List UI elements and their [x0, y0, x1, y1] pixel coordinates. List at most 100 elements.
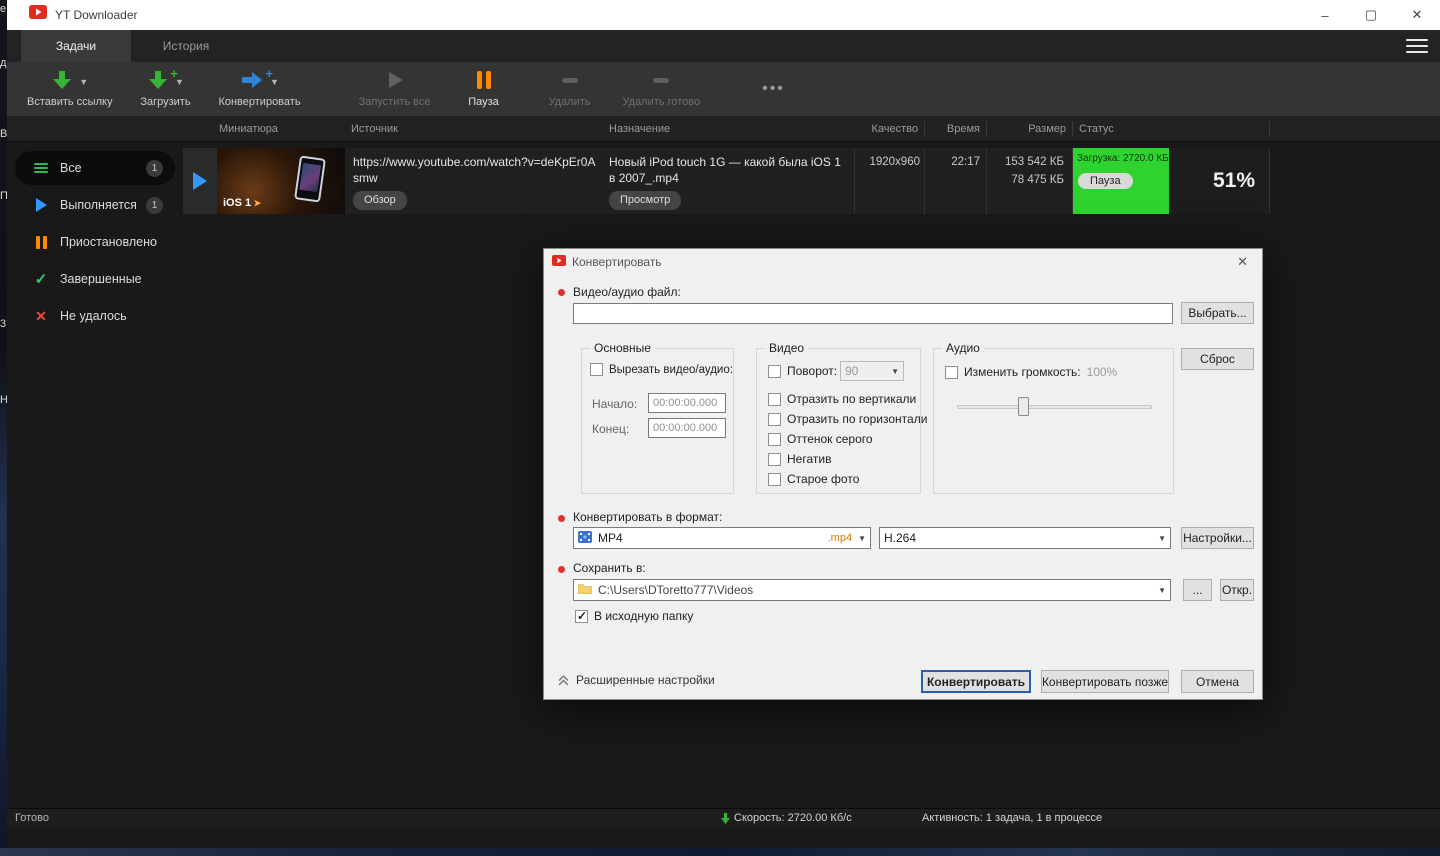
- column-header-quality[interactable]: Качество: [855, 120, 925, 137]
- minimize-button[interactable]: –: [1302, 0, 1348, 30]
- double-chevron-up-icon: [558, 674, 569, 685]
- cut-checkbox-row[interactable]: Вырезать видео/аудио:: [590, 363, 733, 376]
- delete-done-button[interactable]: Удалить готово: [613, 66, 711, 112]
- source-url[interactable]: https://www.youtube.com/watch?v=deKpEr0A…: [353, 154, 597, 186]
- paste-link-button[interactable]: ▼ Вставить ссылку: [17, 66, 122, 112]
- format-select[interactable]: MP4 .mp4 ▼: [573, 527, 871, 549]
- close-button[interactable]: ✕: [1394, 0, 1440, 30]
- down-arrow-icon: [51, 70, 73, 95]
- desktop-edge-bottom: [0, 848, 1440, 856]
- sidebar-label: Выполняется: [60, 198, 137, 212]
- checkbox-icon[interactable]: [768, 364, 781, 378]
- delete-label: Удалить: [548, 96, 591, 108]
- group-basic-title: Основные: [590, 341, 655, 355]
- download-plus-icon: +: [147, 66, 178, 95]
- format-label: Конвертировать в формат:: [573, 510, 723, 524]
- column-header-size[interactable]: Размер: [987, 120, 1073, 137]
- volume-slider[interactable]: [957, 397, 1152, 416]
- progress-percent: 51%: [1169, 148, 1270, 214]
- old-photo-row[interactable]: Старое фото: [768, 472, 859, 486]
- save-path-select[interactable]: C:\Users\DToretto777\Videos ▼: [573, 579, 1171, 601]
- group-video: Видео Поворот: 90 ▼ Отразить по вертикали…: [756, 341, 927, 494]
- column-header-source[interactable]: Источник: [345, 123, 603, 135]
- count-badge: 1: [146, 196, 163, 214]
- delete-button[interactable]: Удалить: [527, 66, 613, 112]
- checkbox-checked-icon[interactable]: [575, 609, 588, 623]
- codec-select[interactable]: H.264 ▼: [879, 527, 1171, 549]
- minus-icon: [560, 70, 580, 95]
- checkbox-icon[interactable]: [768, 392, 781, 406]
- checkbox-icon[interactable]: [945, 365, 958, 379]
- maximize-button[interactable]: ▢: [1348, 0, 1394, 30]
- start-all-button[interactable]: Запустить все: [349, 66, 441, 112]
- sidebar-item-all[interactable]: Все 1: [15, 151, 175, 185]
- browse-source-button[interactable]: Обзор: [353, 191, 407, 211]
- window-titlebar[interactable]: YT Downloader – ▢ ✕: [7, 0, 1440, 30]
- tab-history[interactable]: История: [131, 30, 241, 62]
- sidebar-item-completed[interactable]: ✓ Завершенные: [15, 262, 175, 296]
- row-pause-button[interactable]: Пауза: [1078, 173, 1133, 189]
- checkbox-icon[interactable]: [768, 472, 781, 486]
- option-label: Оттенок серого: [787, 432, 873, 446]
- option-label: Старое фото: [787, 472, 860, 486]
- option-label: Отразить по горизонтали: [787, 412, 928, 426]
- column-header-status[interactable]: Статус: [1073, 120, 1270, 137]
- status-cell: Загрузка: 2720.0 КБ/с Пауза: [1073, 148, 1169, 214]
- dialog-close-button[interactable]: ✕: [1231, 252, 1254, 272]
- reset-button[interactable]: Сброс: [1181, 348, 1254, 370]
- size-total: 153 542 КБ: [1004, 156, 1064, 168]
- column-header-thumbnail[interactable]: Миниатюра: [183, 123, 345, 135]
- rotate-checkbox-row[interactable]: Поворот:: [768, 364, 837, 378]
- preview-button[interactable]: Просмотр: [609, 191, 682, 211]
- checkbox-icon[interactable]: [768, 412, 781, 426]
- open-folder-button[interactable]: Откр.: [1220, 579, 1254, 601]
- flip-horizontal-row[interactable]: Отразить по горизонтали: [768, 412, 927, 426]
- checkbox-icon[interactable]: [768, 432, 781, 446]
- window-title: YT Downloader: [55, 8, 138, 22]
- same-folder-row[interactable]: В исходную папку: [575, 609, 693, 623]
- chevron-down-icon: ▼: [891, 366, 899, 376]
- down-arrow-icon: [721, 812, 730, 824]
- convert-later-button[interactable]: Конвертировать позже: [1041, 670, 1169, 693]
- sidebar-item-failed[interactable]: ✕ Не удалось: [15, 299, 175, 333]
- advanced-settings-link[interactable]: Расширенные настройки: [558, 673, 715, 687]
- rotate-select[interactable]: 90 ▼: [840, 361, 904, 381]
- sidebar-item-running[interactable]: Выполняется 1: [15, 188, 175, 222]
- convert-button[interactable]: + ▼ Конвертировать: [208, 66, 310, 112]
- more-button[interactable]: •••: [750, 80, 797, 98]
- column-header-time[interactable]: Время: [925, 120, 987, 137]
- column-header-destination[interactable]: Назначение: [603, 123, 855, 135]
- desktop-letter: B: [0, 128, 7, 140]
- negative-row[interactable]: Негатив: [768, 452, 831, 466]
- tab-strip: Задачи История: [7, 30, 1440, 62]
- dialog-titlebar[interactable]: Конвертировать ✕: [544, 249, 1262, 275]
- format-settings-button[interactable]: Настройки...: [1181, 527, 1254, 549]
- checkbox-icon[interactable]: [768, 452, 781, 466]
- checkbox-icon[interactable]: [590, 363, 603, 376]
- status-speed: Скорость: 2720.00 Кб/с: [721, 812, 852, 824]
- required-dot: [558, 515, 565, 522]
- cancel-button[interactable]: Отмена: [1181, 670, 1254, 693]
- flip-vertical-row[interactable]: Отразить по вертикали: [768, 392, 916, 406]
- volume-checkbox-row[interactable]: Изменить громкость: 100%: [945, 365, 1117, 379]
- video-thumbnail[interactable]: iOS 1: [217, 148, 345, 214]
- choose-file-button[interactable]: Выбрать...: [1181, 302, 1254, 324]
- download-button[interactable]: + ▼ Загрузить: [122, 66, 208, 112]
- dialog-convert-button[interactable]: Конвертировать: [921, 670, 1031, 693]
- chevron-down-icon[interactable]: ▼: [79, 77, 88, 87]
- required-dot: [558, 566, 565, 573]
- end-time-input[interactable]: [648, 418, 726, 438]
- pause-button[interactable]: Пауза: [441, 66, 527, 112]
- start-time-input[interactable]: [648, 393, 726, 413]
- film-icon: [578, 530, 592, 546]
- browse-folder-button[interactable]: ...: [1183, 579, 1212, 601]
- tab-tasks[interactable]: Задачи: [21, 30, 131, 62]
- sidebar-item-paused[interactable]: Приостановлено: [15, 225, 175, 259]
- slider-thumb[interactable]: [1018, 397, 1029, 416]
- download-row[interactable]: iOS 1 https://www.youtube.com/watch?v=de…: [183, 148, 1270, 214]
- row-play-button[interactable]: [183, 148, 217, 214]
- save-label: Сохранить в:: [573, 561, 646, 575]
- file-input[interactable]: [573, 303, 1173, 324]
- hamburger-menu-icon[interactable]: [1406, 37, 1428, 55]
- grayscale-row[interactable]: Оттенок серого: [768, 432, 873, 446]
